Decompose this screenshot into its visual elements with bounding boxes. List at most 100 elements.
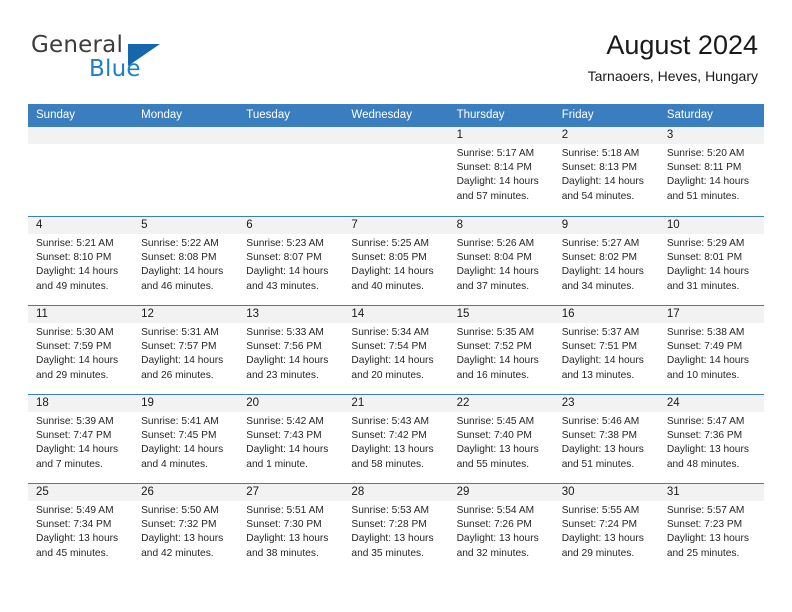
sunset-text: Sunset: 7:38 PM: [561, 430, 638, 442]
calendar-day-cell[interactable]: 2 Sunrise: 5:18 AM Sunset: 8:13 PM Daylight…: [553, 127, 659, 216]
calendar-day-cell[interactable]: 20 Sunrise: 5:42 AM Sunset: 7:43 PM Dayligh…: [238, 395, 344, 483]
sunset-text: Sunset: 8:01 PM: [666, 252, 743, 264]
sunset-text: Sunset: 8:10 PM: [36, 252, 112, 264]
calendar-day-cell[interactable]: 11 Sunrise: 5:30 AM Sunset: 7:59 PM Dayligh…: [28, 306, 134, 394]
location-subtitle: Tarnaoers, Heves, Hungary: [587, 68, 758, 84]
calendar-day-cell[interactable]: 22 Sunrise: 5:45 AM Sunset: 7:40 PM Dayligh…: [448, 395, 554, 483]
calendar-day-cell-empty: [343, 127, 449, 216]
daylight-text-line2: and 20 minutes.: [351, 369, 424, 381]
daylight-text-line1: Daylight: 14 hours: [246, 266, 329, 278]
general-blue-logo[interactable]: General Blue: [31, 32, 201, 82]
sunset-text: Sunset: 7:49 PM: [666, 341, 743, 353]
sunset-text: Sunset: 7:52 PM: [456, 341, 532, 353]
page-title: August 2024: [606, 30, 758, 60]
calendar-day-cell[interactable]: 26 Sunrise: 5:50 AM Sunset: 7:32 PM Dayligh…: [133, 484, 239, 572]
daylight-text-line1: Daylight: 13 hours: [456, 533, 539, 545]
calendar-day-cell[interactable]: 3 Sunrise: 5:20 AM Sunset: 8:11 PM Daylight…: [658, 127, 764, 216]
daylight-text-line2: and 29 minutes.: [36, 369, 109, 381]
daylight-text-line2: and 25 minutes.: [666, 547, 740, 559]
daylight-text-line1: Daylight: 14 hours: [141, 355, 224, 367]
calendar-day-cell[interactable]: 1 Sunrise: 5:17 AM Sunset: 8:14 PM Daylight…: [448, 127, 554, 216]
sunrise-text: Sunrise: 5:26 AM: [456, 238, 535, 249]
sunrise-text: Sunrise: 5:27 AM: [561, 238, 640, 249]
day-details: Sunrise: 5:21 AM Sunset: 8:10 PM Daylight:…: [28, 234, 133, 294]
day-details: Sunrise: 5:54 AM Sunset: 7:26 PM Daylight:…: [449, 501, 554, 561]
calendar-day-cell[interactable]: 25 Sunrise: 5:49 AM Sunset: 7:34 PM Dayligh…: [28, 484, 134, 572]
daylight-text-line2: and 1 minute.: [246, 458, 309, 470]
daylight-text-line1: Daylight: 14 hours: [561, 176, 644, 188]
day-number: 15: [448, 306, 554, 323]
calendar-day-cell[interactable]: 4 Sunrise: 5:21 AM Sunset: 8:10 PM Daylight…: [28, 217, 134, 305]
daylight-text-line2: and 51 minutes.: [561, 458, 635, 470]
calendar-day-cell[interactable]: 19 Sunrise: 5:41 AM Sunset: 7:45 PM Dayligh…: [133, 395, 239, 483]
calendar-day-cell[interactable]: 15 Sunrise: 5:35 AM Sunset: 7:52 PM Dayligh…: [448, 306, 554, 394]
calendar-day-cell[interactable]: 23 Sunrise: 5:46 AM Sunset: 7:38 PM Dayligh…: [553, 395, 659, 483]
day-details: Sunrise: 5:25 AM Sunset: 8:05 PM Daylight:…: [343, 234, 448, 294]
sunset-text: Sunset: 8:07 PM: [246, 252, 322, 264]
daylight-text-line2: and 42 minutes.: [141, 547, 214, 559]
weekday-header-sunday: Sunday: [36, 109, 76, 121]
daylight-text-line1: Daylight: 14 hours: [666, 266, 749, 278]
day-number: 22: [448, 395, 554, 412]
weekday-header-row: Sunday Monday Tuesday Wednesday Thursday…: [28, 104, 764, 127]
calendar-day-cell[interactable]: 8 Sunrise: 5:26 AM Sunset: 8:04 PM Daylight…: [448, 217, 554, 305]
sunrise-text: Sunrise: 5:20 AM: [666, 148, 745, 159]
daylight-text-line2: and 23 minutes.: [246, 369, 319, 381]
day-number: 29: [448, 484, 554, 501]
sunrise-text: Sunrise: 5:41 AM: [141, 416, 219, 427]
daylight-text-line1: Daylight: 14 hours: [561, 355, 644, 367]
day-number: 25: [28, 484, 134, 501]
calendar-day-cell[interactable]: 9 Sunrise: 5:27 AM Sunset: 8:02 PM Daylight…: [553, 217, 659, 305]
calendar-day-cell[interactable]: 17 Sunrise: 5:38 AM Sunset: 7:49 PM Dayligh…: [658, 306, 764, 394]
calendar-weeks: 1 Sunrise: 5:17 AM Sunset: 8:14 PM Daylight…: [28, 127, 764, 572]
daylight-text-line1: Daylight: 13 hours: [246, 533, 329, 545]
calendar-day-cell[interactable]: 30 Sunrise: 5:55 AM Sunset: 7:24 PM Dayligh…: [553, 484, 659, 572]
sunrise-text: Sunrise: 5:18 AM: [561, 148, 640, 159]
daylight-text-line1: Daylight: 14 hours: [246, 444, 329, 456]
day-number: 26: [133, 484, 239, 501]
day-number: 10: [658, 217, 764, 234]
calendar-day-cell[interactable]: 6 Sunrise: 5:23 AM Sunset: 8:07 PM Daylight…: [238, 217, 344, 305]
daylight-text-line1: Daylight: 13 hours: [351, 533, 434, 545]
sunrise-text: Sunrise: 5:25 AM: [351, 238, 430, 249]
calendar-day-cell[interactable]: 7 Sunrise: 5:25 AM Sunset: 8:05 PM Daylight…: [343, 217, 449, 305]
calendar-day-cell[interactable]: 31 Sunrise: 5:57 AM Sunset: 7:23 PM Dayligh…: [658, 484, 764, 572]
day-number: [133, 127, 239, 144]
daylight-text-line1: Daylight: 13 hours: [456, 444, 539, 456]
sunset-text: Sunset: 7:45 PM: [141, 430, 217, 442]
calendar-day-cell[interactable]: 24 Sunrise: 5:47 AM Sunset: 7:36 PM Dayligh…: [658, 395, 764, 483]
calendar-day-cell[interactable]: 21 Sunrise: 5:43 AM Sunset: 7:42 PM Dayligh…: [343, 395, 449, 483]
day-number: 16: [553, 306, 659, 323]
calendar-day-cell[interactable]: 12 Sunrise: 5:31 AM Sunset: 7:57 PM Dayligh…: [133, 306, 239, 394]
calendar-day-cell[interactable]: 13 Sunrise: 5:33 AM Sunset: 7:56 PM Dayligh…: [238, 306, 344, 394]
daylight-text-line2: and 43 minutes.: [246, 280, 319, 292]
daylight-text-line2: and 45 minutes.: [36, 547, 109, 559]
sunset-text: Sunset: 7:59 PM: [36, 341, 112, 353]
calendar-day-cell[interactable]: 10 Sunrise: 5:29 AM Sunset: 8:01 PM Dayligh…: [658, 217, 764, 305]
day-details: Sunrise: 5:55 AM Sunset: 7:24 PM Daylight:…: [554, 501, 659, 561]
calendar-day-cell[interactable]: 18 Sunrise: 5:39 AM Sunset: 7:47 PM Dayligh…: [28, 395, 134, 483]
sunrise-text: Sunrise: 5:51 AM: [246, 505, 324, 516]
calendar-week-row: 25 Sunrise: 5:49 AM Sunset: 7:34 PM Dayligh…: [28, 483, 764, 572]
calendar-day-cell[interactable]: 27 Sunrise: 5:51 AM Sunset: 7:30 PM Dayligh…: [238, 484, 344, 572]
day-number: 6: [238, 217, 344, 234]
daylight-text-line2: and 35 minutes.: [351, 547, 424, 559]
sunset-text: Sunset: 8:13 PM: [561, 162, 638, 174]
daylight-text-line2: and 10 minutes.: [666, 369, 740, 381]
daylight-text-line1: Daylight: 14 hours: [456, 266, 539, 278]
calendar-day-cell[interactable]: 16 Sunrise: 5:37 AM Sunset: 7:51 PM Dayligh…: [553, 306, 659, 394]
sunrise-text: Sunrise: 5:33 AM: [246, 327, 324, 338]
sunset-text: Sunset: 7:42 PM: [351, 430, 427, 442]
day-number: 20: [238, 395, 344, 412]
calendar-day-cell[interactable]: 5 Sunrise: 5:22 AM Sunset: 8:08 PM Daylight…: [133, 217, 239, 305]
sunset-text: Sunset: 8:04 PM: [456, 252, 532, 264]
daylight-text-line2: and 37 minutes.: [456, 280, 530, 292]
daylight-text-line2: and 55 minutes.: [456, 458, 530, 470]
calendar-day-cell-empty: [133, 127, 239, 216]
calendar-day-cell[interactable]: 28 Sunrise: 5:53 AM Sunset: 7:28 PM Dayligh…: [343, 484, 449, 572]
calendar-day-cell[interactable]: 29 Sunrise: 5:54 AM Sunset: 7:26 PM Dayligh…: [448, 484, 554, 572]
day-number: 7: [343, 217, 449, 234]
daylight-text-line1: Daylight: 14 hours: [456, 176, 539, 188]
calendar-page: General Blue August 2024 Tarnaoers, Heve…: [0, 0, 792, 612]
calendar-day-cell[interactable]: 14 Sunrise: 5:34 AM Sunset: 7:54 PM Dayligh…: [343, 306, 449, 394]
